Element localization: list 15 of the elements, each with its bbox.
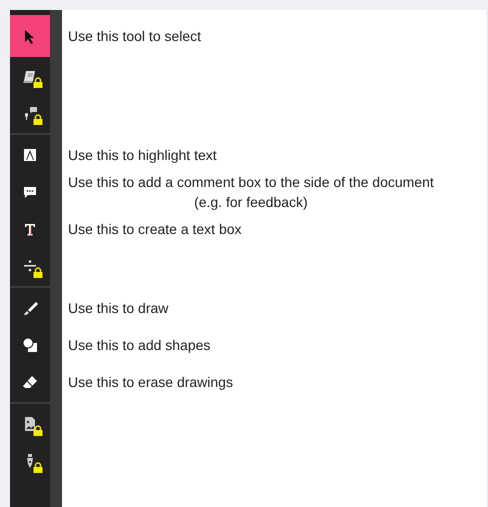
tool-description: Use this to create a text box bbox=[68, 220, 242, 238]
brush-icon bbox=[22, 300, 38, 316]
tool-description: Use this tool to select bbox=[68, 27, 202, 46]
tool-description: Use this to erase drawings bbox=[68, 372, 233, 392]
divide-icon bbox=[22, 258, 38, 274]
tool-description: Use this to add a comment box to the side of the document (e.g. for feedback) bbox=[68, 172, 434, 212]
tool-description: Use this to draw bbox=[68, 298, 168, 318]
tool-description: Use this to add shapes bbox=[68, 336, 210, 354]
tool-description: Use this to highlight text bbox=[68, 146, 217, 164]
image-file-icon bbox=[22, 416, 38, 432]
highlighter-icon bbox=[22, 146, 38, 162]
microphone-speech-icon bbox=[22, 104, 38, 120]
eraser-icon bbox=[22, 374, 38, 390]
arrow-pointer-button[interactable] bbox=[10, 15, 50, 57]
shapes-icon bbox=[22, 336, 38, 352]
